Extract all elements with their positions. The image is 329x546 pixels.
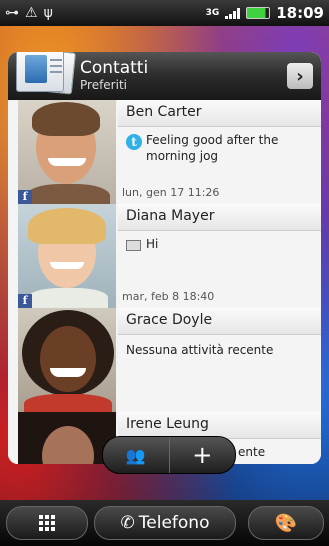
list-item[interactable]: f Ben Carter t Feeling good after the mo… — [8, 100, 321, 205]
status-bar: ⊶ ⚠ ψ 3G 18:09 — [0, 0, 329, 26]
facebook-icon: f — [18, 294, 32, 308]
open-contacts-button[interactable]: › — [287, 63, 313, 89]
contact-status: Hi — [146, 237, 159, 251]
plus-icon: + — [192, 441, 213, 469]
phone-icon: ✆ — [120, 513, 135, 533]
dock: ✆ Telefono 🎨 — [0, 500, 329, 546]
contact-status: ente — [238, 445, 266, 459]
twitter-icon: t — [126, 134, 142, 150]
widget-header[interactable]: Contatti Preferiti › — [8, 52, 321, 100]
chevron-right-icon: › — [296, 65, 304, 87]
widget-title: Contatti — [80, 58, 149, 78]
widget-actions: 👥 + — [102, 436, 236, 474]
phone-button[interactable]: ✆ Telefono — [94, 506, 236, 540]
signal-icon — [225, 7, 241, 19]
contact-name: Irene Leung — [126, 416, 209, 432]
contact-card-icon — [12, 52, 77, 98]
apps-grid-icon — [39, 515, 55, 531]
contact-name: Ben Carter — [126, 104, 202, 120]
widget-subtitle: Preferiti — [80, 78, 127, 92]
people-icon: 👥 — [125, 445, 146, 465]
people-widget[interactable]: Contatti Preferiti › f Ben Carter t Feel… — [8, 52, 321, 464]
usb-icon: ψ — [43, 5, 53, 21]
warning-icon: ⚠ — [25, 5, 38, 21]
list-item[interactable]: f Diana Mayer Hi mar, feb 8 18:40 — [8, 204, 321, 309]
phone-label: Telefono — [138, 513, 210, 533]
contact-time: mar, feb 8 18:40 — [122, 290, 215, 303]
personalize-icon: 🎨 — [274, 512, 298, 534]
contact-status: Nessuna attività recente — [126, 343, 274, 357]
contact-status: Feeling good after the morning jog — [146, 133, 279, 163]
usb-debug-icon: ⊶ — [5, 5, 19, 21]
personalize-button[interactable]: 🎨 — [248, 506, 324, 540]
network-type: 3G — [205, 7, 220, 18]
all-apps-button[interactable] — [6, 506, 88, 540]
contact-photo: f — [18, 100, 116, 204]
list-item[interactable]: Grace Doyle Nessuna attività recente — [8, 308, 321, 413]
contact-name: Diana Mayer — [126, 208, 215, 224]
contact-photo: f — [18, 204, 116, 308]
battery-icon — [246, 7, 271, 19]
clock: 18:09 — [276, 4, 324, 22]
facebook-icon: f — [18, 190, 32, 204]
contact-time: lun, gen 17 11:26 — [122, 186, 220, 199]
favorites-list: f Ben Carter t Feeling good after the mo… — [8, 100, 321, 464]
contact-name: Grace Doyle — [126, 312, 213, 328]
add-contact-button[interactable]: + — [170, 437, 236, 473]
groups-button[interactable]: 👥 — [103, 437, 169, 473]
mail-icon — [126, 240, 141, 251]
contact-photo — [18, 308, 116, 412]
